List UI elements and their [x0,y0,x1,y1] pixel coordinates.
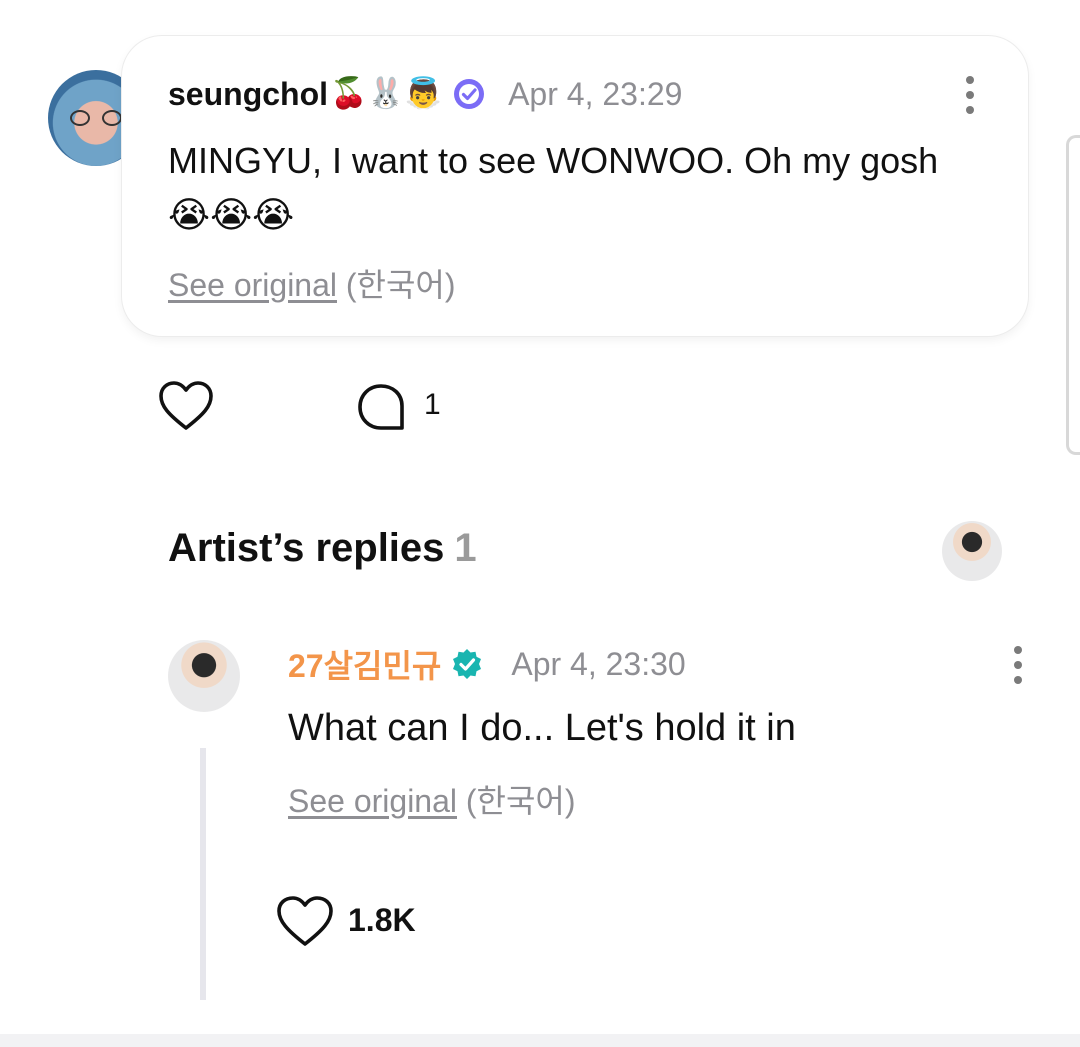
more-vertical-icon [966,76,974,84]
reply-timestamp: Apr 4, 23:30 [511,645,686,682]
verified-badge-icon [454,79,485,109]
artist-avatar[interactable] [168,640,240,712]
side-panel-edge [1066,135,1080,455]
artist-avatar-summary[interactable] [942,521,1002,581]
artist-name[interactable]: 27살김민규 [288,641,441,687]
artist-replies-title: Artist’s replies [168,526,445,570]
username[interactable]: seungchol [168,76,328,113]
artist-replies-header: Artist’s replies 1 [168,526,477,571]
artist-replies-count: 1 [454,526,477,570]
heart-icon[interactable] [158,380,214,434]
more-vertical-icon [1014,646,1022,654]
comment-count: 1 [424,388,441,421]
section-divider [0,1034,1080,1047]
reply-see-original-link[interactable]: See original [288,783,457,819]
avatar-glasses [70,110,122,126]
reply-text: What can I do... Let's hold it in [288,707,796,749]
reply-like-count: 1.8K [348,902,416,938]
reply-original-language: (한국어) [465,783,576,819]
comment-header: seungchol 🍒🐰👼 Apr 4, 23:29 [168,74,682,114]
more-options-button[interactable] [965,76,975,114]
original-language: (한국어) [345,267,456,303]
comment-card: seungchol 🍒🐰👼 Apr 4, 23:29 MINGYU, I wan… [122,36,1028,336]
reply-thread-line [200,748,206,1000]
heart-icon[interactable] [276,894,334,950]
see-original-link[interactable]: See original [168,267,337,303]
username-emoji: 🍒🐰👼 [330,77,443,110]
reply-header: 27살김민규 Apr 4, 23:30 [288,641,686,687]
comment-timestamp: Apr 4, 23:29 [508,75,683,112]
reply-more-options-button[interactable] [1013,646,1023,684]
reply-see-original-row: See original (한국어) [288,776,576,822]
verified-badge-icon [453,649,482,679]
comment-text: MINGYU, I want to see WONWOO. Oh my gosh… [168,140,939,235]
see-original-row: See original (한국어) [168,260,456,306]
comment-bubble-icon[interactable] [356,382,406,432]
